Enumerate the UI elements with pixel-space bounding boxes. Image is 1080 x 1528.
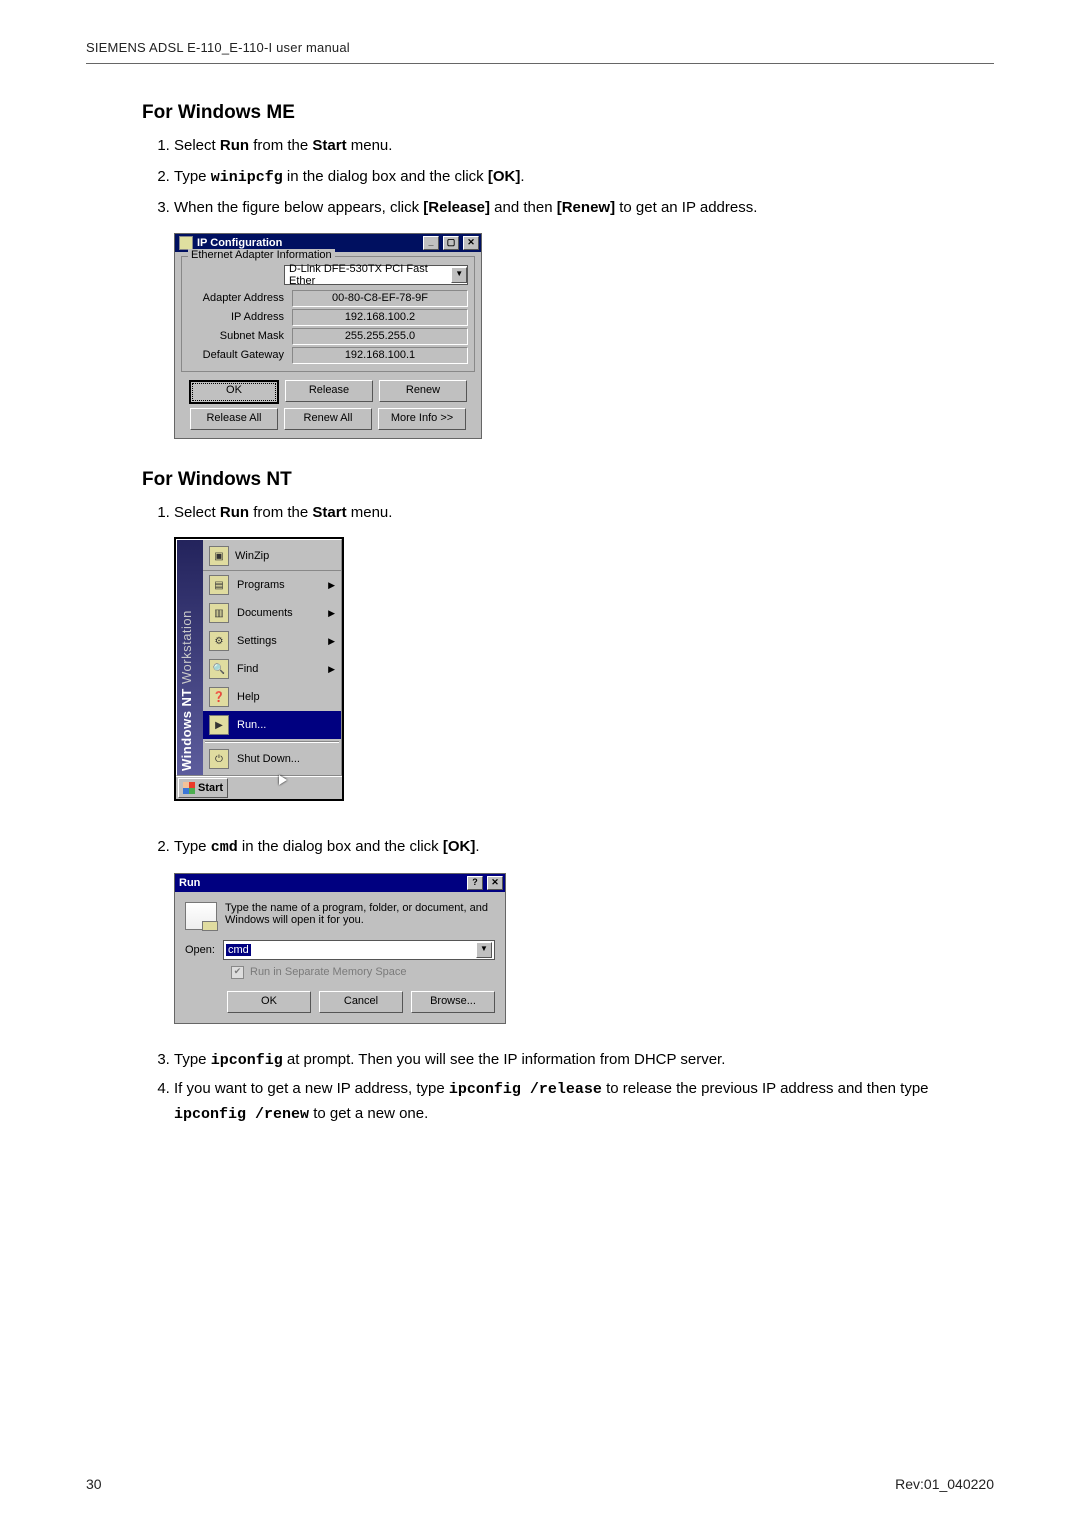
settings-icon: ⚙ xyxy=(209,631,229,651)
renew-button[interactable]: Renew xyxy=(379,380,467,402)
startmenu-programs[interactable]: ▤ Programs ▶ xyxy=(203,571,341,599)
find-icon: 🔍 xyxy=(209,659,229,679)
row-adapter-address: Adapter Address 00-80-C8-EF-78-9F xyxy=(188,289,468,308)
ok-button[interactable]: OK xyxy=(227,991,311,1013)
section-windows-me: For Windows ME Select Run from the Start… xyxy=(142,102,994,439)
nt-step-4: If you want to get a new IP address, typ… xyxy=(174,1077,994,1127)
startmenu-run[interactable]: ▶ Run... xyxy=(203,711,341,739)
adapter-select-value: D-Link DFE-530TX PCI Fast Ether xyxy=(289,263,451,287)
steps-windows-nt-2: Type cmd in the dialog box and the click… xyxy=(142,833,994,863)
steps-windows-nt-1: Select Run from the Start menu. xyxy=(142,499,994,528)
run-dialog-icon xyxy=(185,902,217,930)
close-icon[interactable]: ✕ xyxy=(463,236,479,250)
startmenu-settings[interactable]: ⚙ Settings ▶ xyxy=(203,627,341,655)
more-info-button[interactable]: More Info >> xyxy=(378,408,466,430)
run-dialog: Run ? ✕ Type the name of a program, fold… xyxy=(174,873,506,1024)
adapter-select[interactable]: D-Link DFE-530TX PCI Fast Ether ▼ xyxy=(284,265,468,285)
cursor-icon xyxy=(279,775,287,785)
nt-step-1: Select Run from the Start menu. xyxy=(174,499,994,528)
startmenu-shutdown[interactable]: ⏻ Shut Down... xyxy=(203,745,341,773)
help-icon: ❓ xyxy=(209,687,229,707)
open-label: Open: xyxy=(185,944,215,956)
page-footer: 30 Rev:01_040220 xyxy=(86,1476,994,1492)
start-button[interactable]: Start xyxy=(178,778,228,798)
startmenu-help[interactable]: ❓ Help xyxy=(203,683,341,711)
release-all-button[interactable]: Release All xyxy=(190,408,278,430)
checkbox-icon: ✔ xyxy=(231,966,244,979)
open-input-value: cmd xyxy=(226,944,251,956)
ethernet-adapter-group: Ethernet Adapter Information D-Link DFE-… xyxy=(181,256,475,372)
row-subnet-mask: Subnet Mask 255.255.255.0 xyxy=(188,327,468,346)
run-title: Run xyxy=(179,877,200,889)
open-input[interactable]: cmd ▼ xyxy=(223,940,495,960)
startmenu-top-item[interactable]: ▣ WinZip xyxy=(203,542,341,571)
chevron-down-icon[interactable]: ▼ xyxy=(476,942,492,958)
release-button[interactable]: Release xyxy=(285,380,373,402)
section-windows-nt: For Windows NT Select Run from the Start… xyxy=(142,469,994,1128)
steps-windows-me: Select Run from the Start menu. Type win… xyxy=(142,132,994,223)
chevron-right-icon: ▶ xyxy=(328,580,335,591)
nt-start-menu: Windows NT Workstation ▣ WinZip ▤ Progra… xyxy=(174,537,344,801)
startmenu-separator xyxy=(205,741,339,743)
programs-icon: ▤ xyxy=(209,575,229,595)
contexthelp-icon[interactable]: ? xyxy=(467,876,483,890)
startmenu-documents[interactable]: ▥ Documents ▶ xyxy=(203,599,341,627)
me-step-1: Select Run from the Start menu. xyxy=(174,132,994,161)
startmenu-side-banner: Windows NT Workstation xyxy=(177,540,203,775)
ipconfig-title-icon xyxy=(179,236,193,250)
me-step-3: When the figure below appears, click [Re… xyxy=(174,194,994,223)
renew-all-button[interactable]: Renew All xyxy=(284,408,372,430)
chevron-down-icon[interactable]: ▼ xyxy=(451,267,467,283)
nt-step-3: Type ipconfig at prompt. Then you will s… xyxy=(174,1046,994,1076)
me-step-2: Type winipcfg in the dialog box and the … xyxy=(174,163,994,193)
head-rule xyxy=(86,63,994,64)
nt-step-2: Type cmd in the dialog box and the click… xyxy=(174,833,994,863)
run-description: Type the name of a program, folder, or d… xyxy=(225,902,495,926)
heading-windows-nt: For Windows NT xyxy=(142,469,994,491)
chevron-right-icon: ▶ xyxy=(328,636,335,647)
separate-memory-checkbox: ✔ Run in Separate Memory Space xyxy=(231,966,495,979)
run-titlebar: Run ? ✕ xyxy=(175,874,505,892)
heading-windows-me: For Windows ME xyxy=(142,102,994,124)
cancel-button[interactable]: Cancel xyxy=(319,991,403,1013)
ipconfig-title: IP Configuration xyxy=(197,237,282,249)
minimize-icon[interactable]: _ xyxy=(423,236,439,250)
windows-logo-icon xyxy=(183,782,195,794)
row-default-gateway: Default Gateway 192.168.100.1 xyxy=(188,346,468,365)
run-icon: ▶ xyxy=(209,715,229,735)
footer-revision: Rev:01_040220 xyxy=(895,1476,994,1492)
running-head: SIEMENS ADSL E-110_E-110-I user manual xyxy=(86,40,994,63)
chevron-right-icon: ▶ xyxy=(328,664,335,675)
chevron-right-icon: ▶ xyxy=(328,608,335,619)
group-legend: Ethernet Adapter Information xyxy=(188,249,335,261)
row-ip-address: IP Address 192.168.100.2 xyxy=(188,308,468,327)
documents-icon: ▥ xyxy=(209,603,229,623)
taskbar: Start xyxy=(176,776,342,799)
steps-windows-nt-3: Type ipconfig at prompt. Then you will s… xyxy=(142,1046,994,1128)
close-icon[interactable]: ✕ xyxy=(487,876,503,890)
ip-configuration-dialog: IP Configuration _ ▢ ✕ Ethernet Adapter … xyxy=(174,233,482,439)
ok-button[interactable]: OK xyxy=(189,380,279,404)
footer-page-number: 30 xyxy=(86,1476,102,1492)
shutdown-icon: ⏻ xyxy=(209,749,229,769)
maximize-icon[interactable]: ▢ xyxy=(443,236,459,250)
browse-button[interactable]: Browse... xyxy=(411,991,495,1013)
startmenu-find[interactable]: 🔍 Find ▶ xyxy=(203,655,341,683)
winzip-icon: ▣ xyxy=(209,546,229,566)
